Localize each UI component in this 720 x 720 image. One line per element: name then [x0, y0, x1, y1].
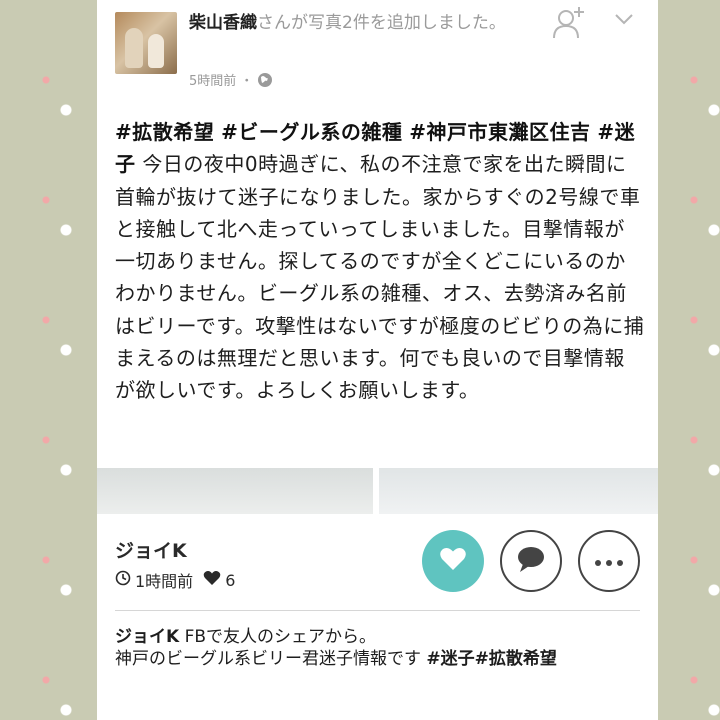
author-name[interactable]: 柴山香織 — [189, 13, 257, 33]
divider — [115, 610, 640, 611]
avatar-dog-1 — [125, 28, 143, 68]
post-photo[interactable] — [97, 468, 373, 514]
like-button[interactable] — [422, 530, 484, 592]
chevron-down-icon[interactable] — [611, 8, 637, 30]
speech-bubble-icon — [516, 545, 546, 577]
sharer-meta: 1時間前 6 — [115, 568, 235, 592]
comment-line-2: 神戸のビーグル系ビリー君迷子情報です — [115, 649, 427, 669]
more-button[interactable] — [578, 530, 640, 592]
heart-icon — [203, 570, 221, 590]
post-card: 柴山香織さんが写真2件を追加しました。 5時間前 ・ #拡散希望 #ビーグル系の… — [97, 0, 658, 720]
avatar[interactable] — [115, 12, 177, 74]
sharer-name[interactable]: ジョイK — [115, 536, 187, 563]
hashtag[interactable]: #拡散希望 — [115, 120, 214, 144]
share-time: 1時間前 — [135, 572, 194, 591]
post-text: 今日の夜中0時過ぎに、私の不注意で家を出た瞬間に首輪が抜けて迷子になりました。家… — [115, 152, 645, 403]
comment-author[interactable]: ジョイK — [115, 627, 179, 647]
comment-hashtag[interactable]: #迷子 — [426, 649, 474, 669]
heart-icon — [439, 546, 467, 576]
comment-hashtag[interactable]: #拡散希望 — [475, 649, 557, 669]
comment-text: ジョイK FBで友人のシェアから。 神戸のビーグル系ビリー君迷子情報です #迷子… — [115, 626, 635, 670]
globe-icon — [257, 72, 273, 88]
add-friend-icon[interactable] — [552, 4, 588, 40]
clock-icon — [115, 570, 131, 590]
author-action-text: さんが写真2件を追加しました。 — [257, 13, 506, 33]
like-count: 6 — [225, 570, 236, 590]
post-meta: 5時間前 ・ — [189, 70, 273, 89]
more-icon — [594, 552, 624, 571]
post-author-line: 柴山香織さんが写真2件を追加しました。 — [189, 10, 549, 36]
avatar-dog-2 — [148, 34, 164, 68]
hashtag[interactable]: #神戸市東灘区住吉 — [409, 120, 590, 144]
post-header: 柴山香織さんが写真2件を追加しました。 5時間前 ・ — [97, 0, 658, 108]
meta-separator: ・ — [240, 74, 254, 89]
screen: { "header": { "author_name": "柴山香織", "ac… — [0, 0, 720, 720]
hashtag[interactable]: #ビーグル系の雑種 — [221, 120, 402, 144]
post-photo[interactable] — [379, 468, 658, 514]
comment-line-1: FBで友人のシェアから。 — [179, 627, 377, 647]
post-body: #拡散希望 #ビーグル系の雑種 #神戸市東灘区住吉 #迷子 今日の夜中0時過ぎに… — [115, 116, 645, 407]
comment-button[interactable] — [500, 530, 562, 592]
photo-strip — [97, 468, 658, 514]
post-timestamp[interactable]: 5時間前 — [189, 70, 236, 89]
